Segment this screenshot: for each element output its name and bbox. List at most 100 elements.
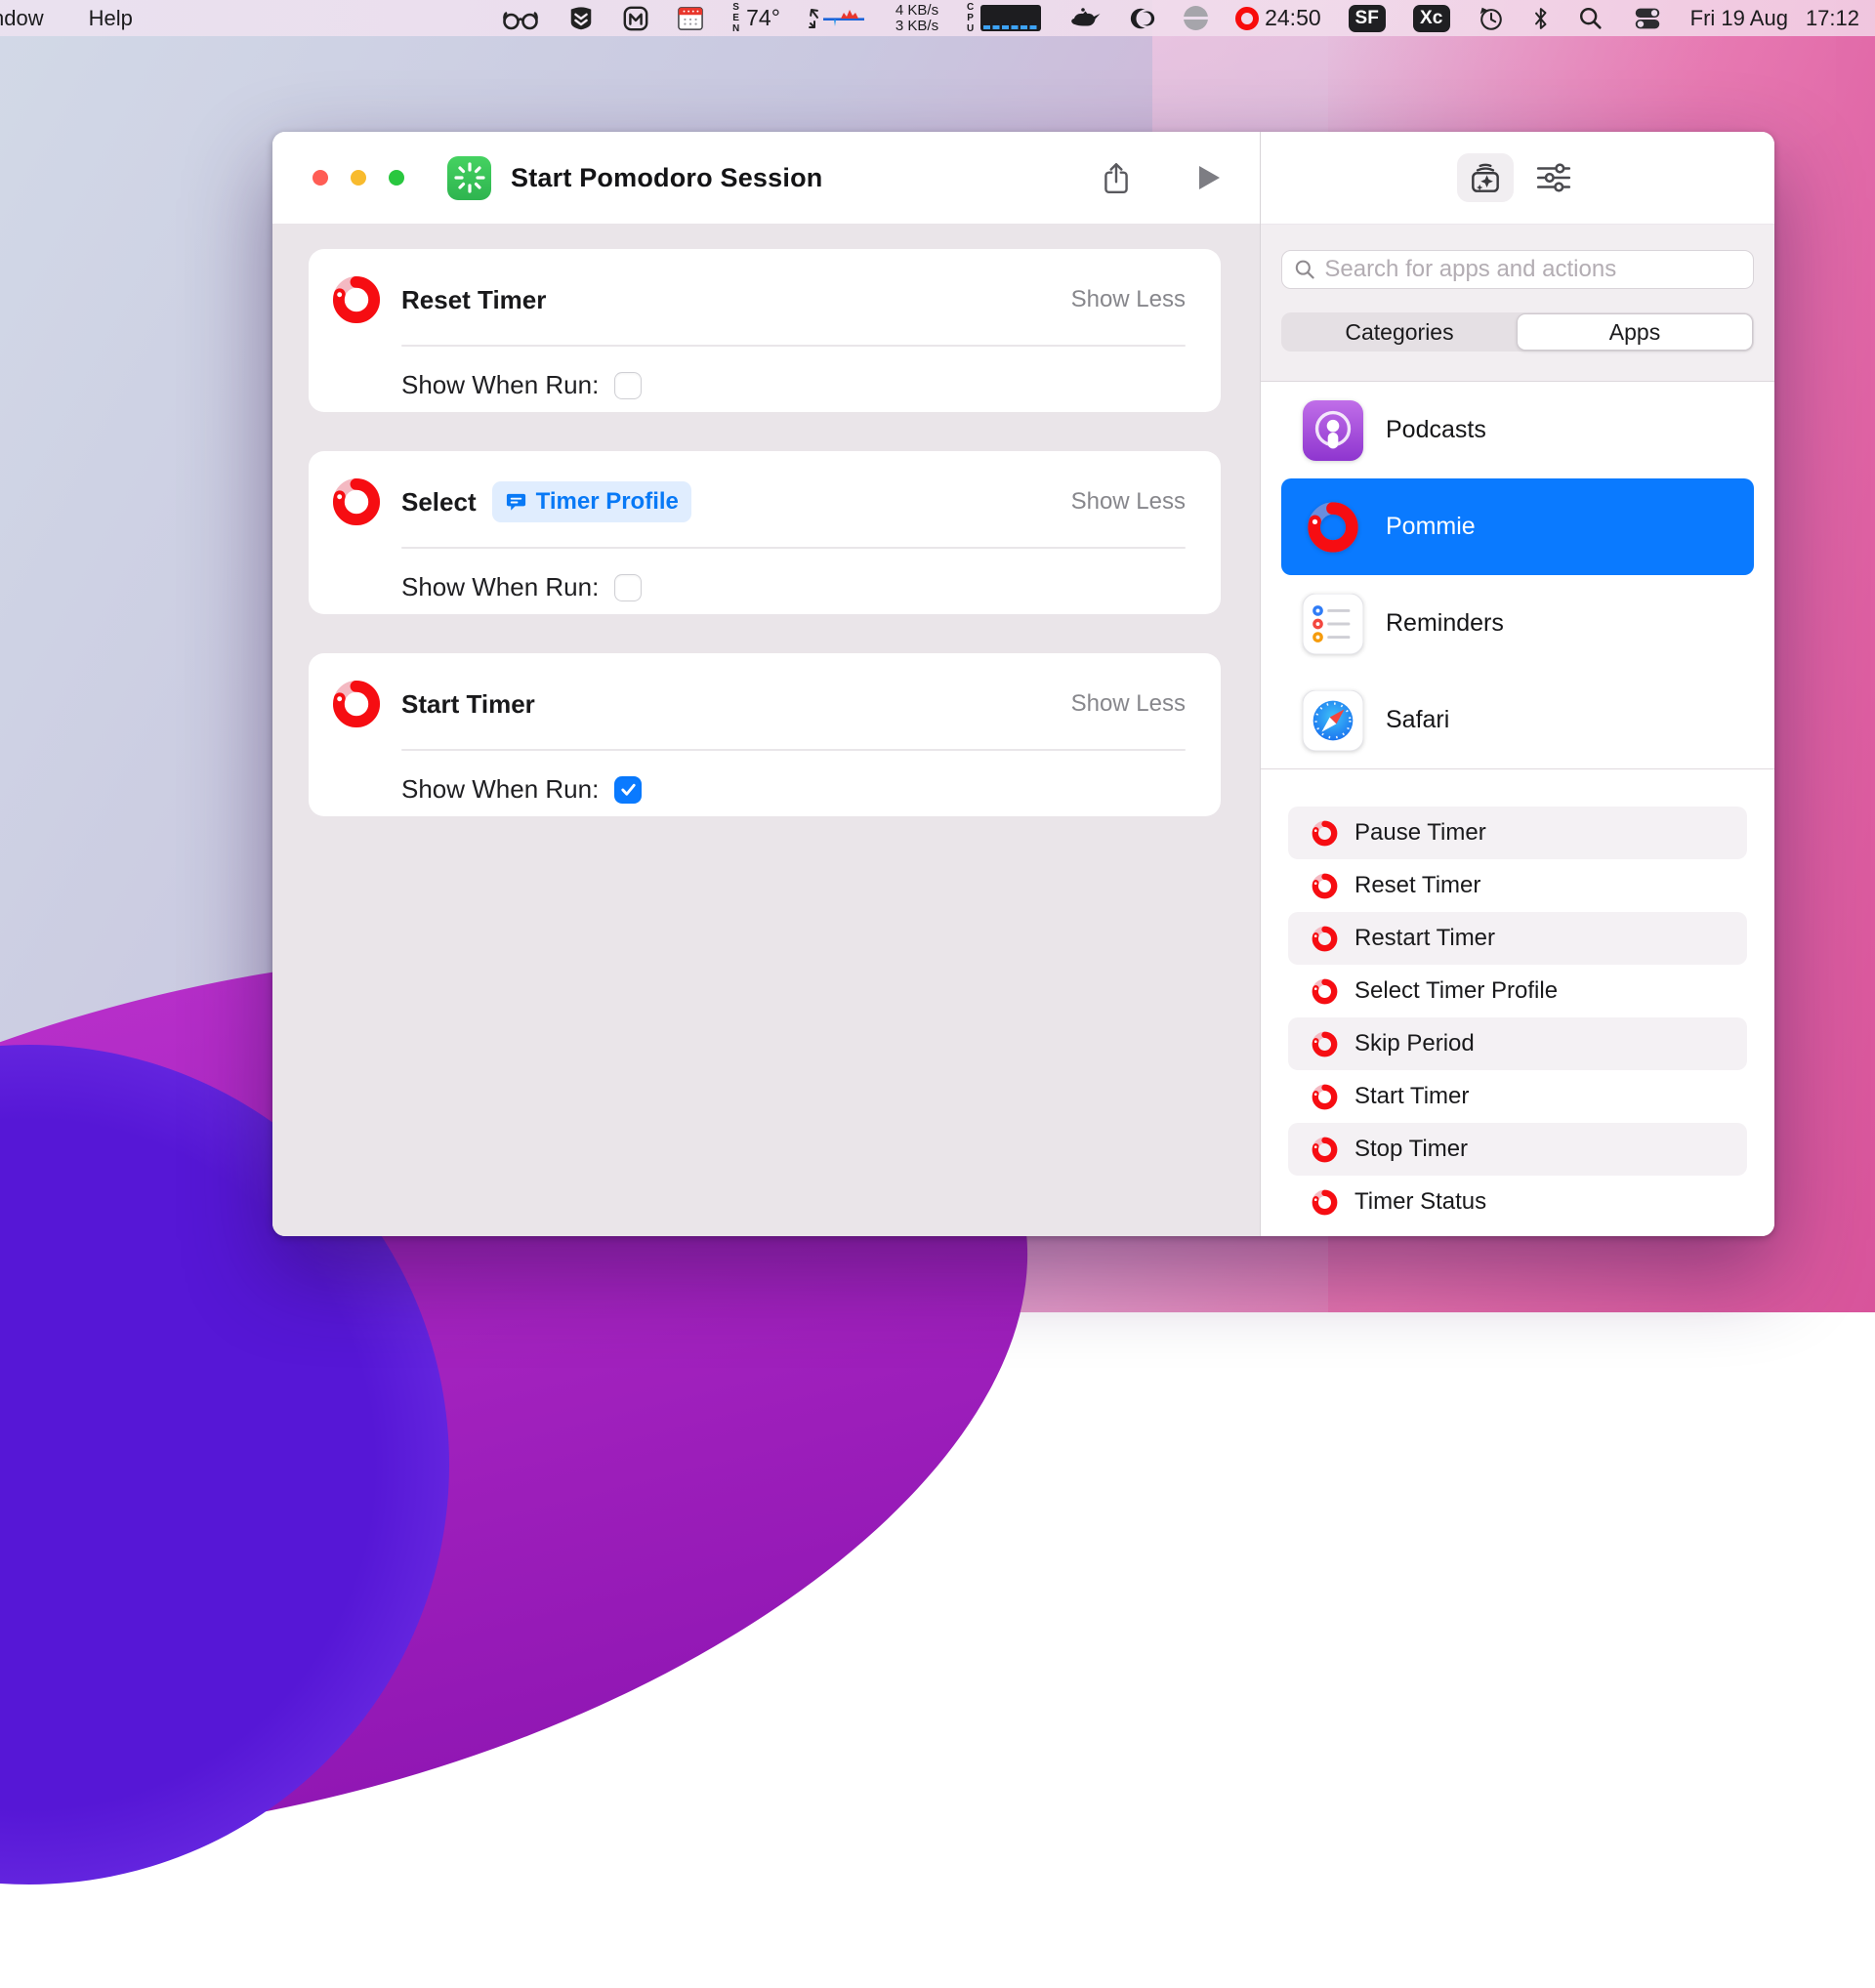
pommie-ring-icon [328, 676, 385, 732]
search-input[interactable] [1324, 256, 1741, 283]
action-item-pause-timer[interactable]: Pause Timer [1288, 807, 1747, 859]
action-item-restart-timer[interactable]: Restart Timer [1288, 912, 1747, 965]
pommie-ring-icon [1310, 924, 1340, 954]
app-name: Reminders [1386, 609, 1504, 638]
close-button[interactable] [312, 170, 328, 186]
action-card-reset-timer[interactable]: Reset Timer Show Less Show When Run: [309, 249, 1221, 412]
shortcut-settings-button[interactable] [1529, 153, 1578, 202]
app-action-list: Pause Timer Reset Timer Restart Timer Se… [1261, 807, 1774, 1228]
calendar-icon[interactable] [677, 6, 704, 31]
network-graph-icon[interactable] [808, 6, 868, 31]
search-field[interactable] [1281, 250, 1754, 289]
network-speed-readout[interactable]: 4 KB/s 3 KB/s [896, 3, 938, 34]
action-title: Reset Timer [401, 285, 546, 315]
menu-bar-clock[interactable]: Fri 19 Aug 17:12 [1690, 6, 1859, 31]
window-title-bar: Start Pomodoro Session [272, 132, 1260, 225]
card-divider [401, 547, 1186, 549]
pommie-ring-icon [1310, 1029, 1340, 1059]
search-icon [1294, 258, 1315, 281]
menu-help[interactable]: Help [89, 6, 133, 31]
pommie-app-icon [1303, 497, 1363, 558]
minimize-button[interactable] [351, 170, 366, 186]
pommie-ring-icon [1310, 1135, 1340, 1165]
action-card-select-timer-profile[interactable]: Select Timer Profile Show Less Show When… [309, 451, 1221, 614]
tab-categories[interactable]: Categories [1282, 313, 1517, 351]
app-name: Podcasts [1386, 416, 1486, 444]
stacked-inbox-icon[interactable] [567, 5, 595, 32]
action-item-skip-period[interactable]: Skip Period [1288, 1017, 1747, 1070]
param-label: Show When Run: [401, 774, 599, 805]
sf-symbols-badge[interactable]: SF [1349, 5, 1386, 32]
app-row-reminders[interactable]: Reminders [1281, 575, 1754, 672]
app-list: Podcasts Pommie Reminders Safari [1261, 382, 1774, 768]
sidebar-header [1261, 132, 1774, 225]
net-down-speed: 3 KB/s [896, 18, 938, 34]
temperature-value: 74° [746, 5, 780, 31]
pomodoro-ring-icon [1235, 7, 1259, 30]
share-button[interactable] [1102, 160, 1131, 195]
param-label: Show When Run: [401, 370, 599, 400]
show-less-link[interactable]: Show Less [1071, 286, 1186, 313]
action-title: Select [401, 487, 477, 518]
traffic-lights [312, 170, 404, 186]
pomodoro-menu-item[interactable]: 24:50 [1235, 5, 1321, 31]
temperature-sensor[interactable]: SEN 74° [731, 2, 780, 34]
control-center-icon[interactable] [1632, 6, 1663, 31]
menu-bar-menus: ndow Help [0, 6, 133, 31]
action-library-toggle-button[interactable] [1457, 153, 1514, 202]
date-text: Fri 19 Aug [1690, 6, 1788, 31]
app-name: Pommie [1386, 513, 1476, 541]
timer-profile-token[interactable]: Timer Profile [492, 481, 691, 522]
app-row-pommie[interactable]: Pommie [1281, 478, 1754, 575]
show-when-run-checkbox[interactable] [614, 776, 642, 804]
token-label: Timer Profile [536, 488, 679, 516]
action-item-select-timer-profile[interactable]: Select Timer Profile [1288, 965, 1747, 1017]
reminders-app-icon [1303, 594, 1363, 654]
menu-window-truncated[interactable]: ndow [0, 6, 44, 31]
genie-lamp-icon[interactable] [1068, 6, 1102, 31]
menu-bar: ndow Help SEN 74° 4 KB/s 3 KB/s [0, 0, 1875, 36]
sensor-label: SEN [731, 2, 740, 34]
bluetooth-icon[interactable] [1532, 5, 1550, 32]
action-item-reset-timer[interactable]: Reset Timer [1288, 859, 1747, 912]
m-app-icon[interactable] [622, 5, 649, 32]
pill-icon[interactable] [1184, 6, 1208, 30]
param-label: Show When Run: [401, 572, 599, 602]
pommie-ring-icon [328, 474, 385, 530]
zoom-button[interactable] [389, 170, 404, 186]
app-name: Safari [1386, 706, 1449, 734]
time-text: 17:12 [1806, 6, 1859, 31]
show-when-run-checkbox[interactable] [614, 574, 642, 601]
action-card-start-timer[interactable]: Start Timer Show Less Show When Run: [309, 653, 1221, 816]
app-row-podcasts[interactable]: Podcasts [1281, 382, 1754, 478]
app-row-safari[interactable]: Safari [1281, 672, 1754, 768]
show-less-link[interactable]: Show Less [1071, 488, 1186, 516]
spotlight-search-icon[interactable] [1577, 5, 1604, 32]
menu-bar-status-items: SEN 74° 4 KB/s 3 KB/s CPU 24:50 SF Xc [501, 2, 1859, 34]
xcode-badge[interactable]: Xc [1413, 5, 1450, 32]
card-divider [401, 345, 1186, 347]
action-item-stop-timer[interactable]: Stop Timer [1288, 1123, 1747, 1176]
action-item-start-timer[interactable]: Start Timer [1288, 1070, 1747, 1123]
cpu-label: CPU [966, 2, 975, 34]
time-machine-icon[interactable] [1478, 5, 1505, 32]
cpu-meter[interactable]: CPU [966, 2, 1041, 34]
net-up-speed: 4 KB/s [896, 2, 938, 19]
cpu-meter-box [980, 5, 1041, 31]
glasses-icon[interactable] [501, 6, 540, 31]
shortcut-title: Start Pomodoro Session [511, 163, 822, 193]
run-shortcut-button[interactable] [1195, 163, 1223, 192]
action-item-timer-status[interactable]: Timer Status [1288, 1176, 1747, 1228]
shortcut-icon[interactable] [447, 156, 491, 200]
tab-apps[interactable]: Apps [1517, 313, 1753, 351]
podcasts-app-icon [1303, 400, 1363, 461]
contrast-moon-icon[interactable] [1129, 5, 1156, 32]
editor-pane: Start Pomodoro Session Reset Timer Show … [272, 132, 1260, 1236]
pommie-ring-icon [1310, 818, 1340, 849]
show-when-run-checkbox[interactable] [614, 372, 642, 399]
pommie-ring-icon [1310, 1082, 1340, 1112]
action-title: Start Timer [401, 689, 535, 720]
show-less-link[interactable]: Show Less [1071, 690, 1186, 718]
speech-bubble-icon [505, 491, 527, 514]
library-tabs: Categories Apps [1281, 312, 1754, 352]
